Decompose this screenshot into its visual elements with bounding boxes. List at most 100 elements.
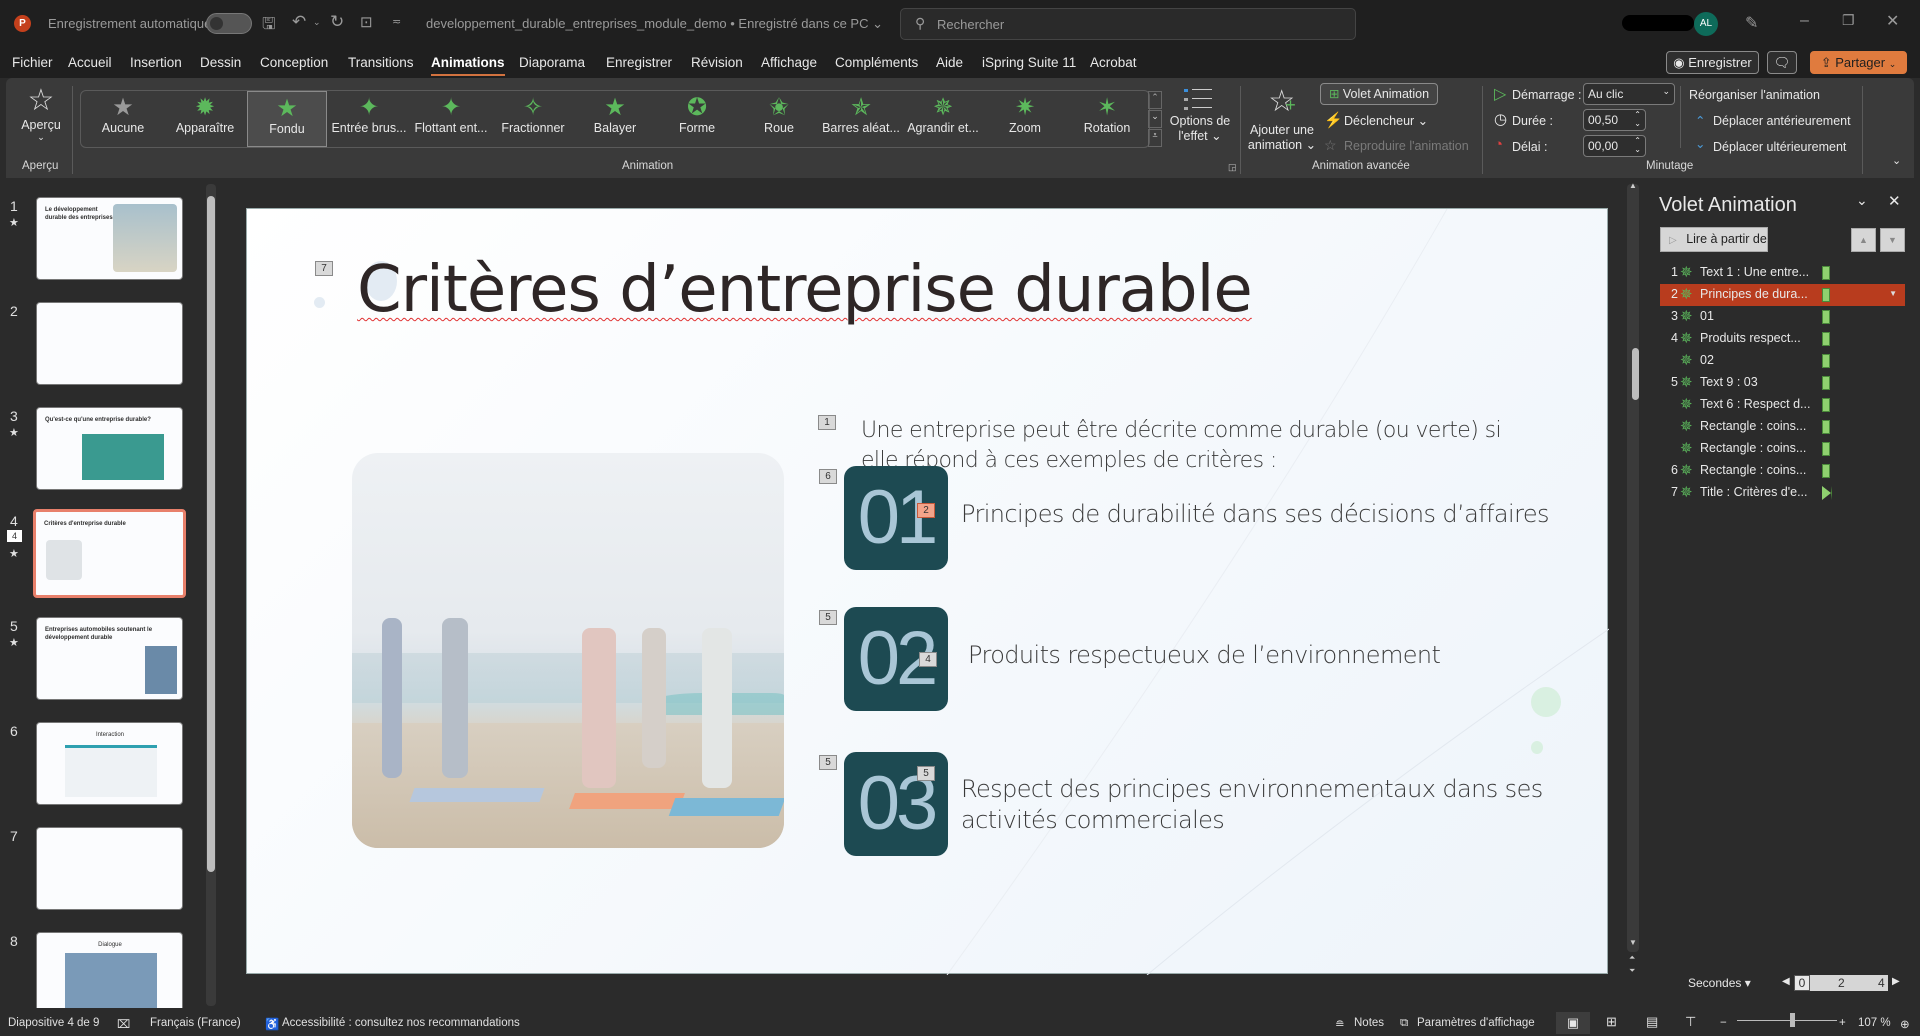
gallery-scroll-up[interactable]: ⌃ bbox=[1148, 91, 1162, 109]
menu-tab-dessin[interactable]: Dessin bbox=[200, 55, 241, 70]
animation-order-badge[interactable]: 5 bbox=[819, 610, 837, 625]
animation-effect-barres-al-at[interactable]: ✯ Barres aléat... bbox=[821, 91, 901, 147]
item-dropdown-icon[interactable]: ▼ bbox=[1889, 289, 1897, 298]
slide-thumbnail-8[interactable]: Dialogue bbox=[36, 932, 183, 1015]
animation-list-item[interactable]: 1 ✵ Text 1 : Une entre... bbox=[1660, 262, 1905, 284]
animation-list-item[interactable]: 6 ✵ Rectangle : coins... bbox=[1660, 460, 1905, 482]
animation-list-item[interactable]: 3 ✵ 01 bbox=[1660, 306, 1905, 328]
undo-dropdown-icon[interactable]: ⌄ bbox=[313, 17, 321, 28]
avatar[interactable]: AL bbox=[1694, 12, 1718, 36]
menu-tab-animations[interactable]: Animations bbox=[431, 55, 505, 76]
animation-list-item[interactable]: ✵ Text 6 : Respect d... bbox=[1660, 394, 1905, 416]
zoom-level[interactable]: 107 % bbox=[1858, 1017, 1891, 1029]
slide-title[interactable]: Critères d’entreprise durable bbox=[357, 253, 1253, 327]
designer-pen-icon[interactable]: ✎ bbox=[1745, 13, 1758, 33]
move-down-button[interactable]: ▼ bbox=[1880, 228, 1905, 252]
play-from-button[interactable]: ▷ Lire à partir de bbox=[1660, 227, 1768, 252]
timing-bar[interactable] bbox=[1822, 442, 1830, 456]
criterion-text[interactable]: Principes de durabilité dans ses décisio… bbox=[961, 499, 1581, 530]
menu-tab-acrobat[interactable]: Acrobat bbox=[1090, 55, 1137, 70]
animation-effect-aucune[interactable]: ★ Aucune bbox=[83, 91, 163, 147]
slide-scrollbar[interactable] bbox=[1627, 184, 1639, 952]
animation-effect-entr-e-brus[interactable]: ✦ Entrée brus... bbox=[329, 91, 409, 147]
animation-order-badge[interactable]: 1 bbox=[818, 415, 836, 430]
slide-thumbnail-3[interactable]: Qu'est-ce qu'une entreprise durable? bbox=[36, 407, 183, 490]
timeline-ruler[interactable]: 0 2 4 bbox=[1794, 975, 1888, 991]
animation-order-badge[interactable]: 5 bbox=[917, 766, 935, 781]
animation-order-badge[interactable]: 2 bbox=[917, 503, 935, 518]
timeline-right-icon[interactable]: ▶ bbox=[1892, 976, 1900, 987]
spinner-arrows-icon[interactable]: ⌃ ⌄ bbox=[1634, 110, 1641, 128]
move-earlier-button[interactable]: Déplacer antérieurement bbox=[1713, 114, 1851, 128]
notes-button[interactable]: Notes bbox=[1354, 1017, 1384, 1029]
menu-tab-accueil[interactable]: Accueil bbox=[68, 55, 112, 70]
scroll-up-arrow-icon[interactable]: ▲ bbox=[1629, 181, 1637, 190]
menu-tab-r-vision[interactable]: Révision bbox=[691, 55, 743, 70]
timing-bar[interactable] bbox=[1822, 486, 1832, 500]
animation-order-badge[interactable]: 7 bbox=[315, 261, 333, 276]
accessibility-status[interactable]: Accessibilité : consultez nos recommanda… bbox=[282, 1017, 520, 1029]
zoom-slider-handle[interactable] bbox=[1790, 1013, 1795, 1027]
animation-effect-forme[interactable]: ✪ Forme bbox=[657, 91, 737, 147]
intro-text[interactable]: Une entreprise peut être décrite comme d… bbox=[861, 416, 1521, 476]
reading-view-icon[interactable]: ▤ bbox=[1646, 1014, 1658, 1030]
timing-bar[interactable] bbox=[1822, 332, 1830, 346]
gallery-expand[interactable]: ⩡ bbox=[1148, 129, 1162, 147]
menu-tab-insertion[interactable]: Insertion bbox=[130, 55, 182, 70]
normal-view-button[interactable]: ▣ bbox=[1556, 1012, 1590, 1034]
timing-bar[interactable] bbox=[1822, 266, 1830, 280]
display-settings-button[interactable]: Paramètres d'affichage bbox=[1417, 1017, 1535, 1029]
effect-options-button[interactable]: Options de l'effet ⌄ bbox=[1168, 84, 1232, 154]
menu-tab-diaporama[interactable]: Diaporama bbox=[519, 55, 585, 70]
fit-to-window-icon[interactable]: ⊕ bbox=[1900, 1017, 1910, 1031]
criterion-text[interactable]: Produits respectueux de l’environnement bbox=[968, 640, 1588, 671]
menu-tab-conception[interactable]: Conception bbox=[260, 55, 328, 70]
slide-thumbnail-5[interactable]: Entreprises automobiles soutenant le dév… bbox=[36, 617, 183, 700]
animation-effect-fractionner[interactable]: ✧ Fractionner bbox=[493, 91, 573, 147]
timing-bar[interactable] bbox=[1822, 420, 1830, 434]
timing-bar[interactable] bbox=[1822, 354, 1830, 368]
menu-tab-aide[interactable]: Aide bbox=[936, 55, 963, 70]
slide-thumbnail-7[interactable] bbox=[36, 827, 183, 910]
language-status[interactable]: Français (France) bbox=[150, 1017, 241, 1029]
spinner-arrows-icon[interactable]: ⌃ ⌄ bbox=[1634, 136, 1641, 154]
seconds-dropdown[interactable]: Secondes ▾ bbox=[1688, 976, 1751, 990]
presenter-icon[interactable]: ⊡ bbox=[360, 13, 373, 31]
slide-scrollbar-thumb[interactable] bbox=[1632, 348, 1639, 400]
timing-bar[interactable] bbox=[1822, 310, 1830, 324]
animation-effect-flottant-ent[interactable]: ✦ Flottant ent... bbox=[411, 91, 491, 147]
animation-order-badge[interactable]: 5 bbox=[819, 755, 837, 770]
animation-order-badge[interactable]: 4 bbox=[919, 652, 937, 667]
animation-effect-zoom[interactable]: ✷ Zoom bbox=[985, 91, 1065, 147]
timing-bar[interactable] bbox=[1822, 376, 1830, 390]
dialog-launcher-icon[interactable]: ◲ bbox=[1228, 162, 1237, 173]
animation-list-item[interactable]: 5 ✵ Text 9 : 03 bbox=[1660, 372, 1905, 394]
slide-canvas[interactable]: 7 Critères d’entreprise durable 1 Une en… bbox=[246, 208, 1609, 975]
animation-list-item[interactable]: 7 ✵ Title : Critères d'e... bbox=[1660, 482, 1905, 504]
preview-button[interactable]: ☆ Aperçu ⌄ bbox=[14, 84, 68, 150]
delay-spinner[interactable]: 00,00 ⌃ ⌄ bbox=[1583, 135, 1646, 157]
animation-order-badge[interactable]: 6 bbox=[819, 469, 837, 484]
animation-effect-rotation[interactable]: ✶ Rotation bbox=[1067, 91, 1147, 147]
menu-tab-fichier[interactable]: Fichier bbox=[12, 55, 53, 70]
slide-thumbnail-6[interactable]: Interaction bbox=[36, 722, 183, 805]
animation-effect-agrandir-et[interactable]: ✵ Agrandir et... bbox=[903, 91, 983, 147]
slide-sorter-view-icon[interactable]: ⊞ bbox=[1606, 1014, 1617, 1030]
record-button[interactable]: ◉ Enregistrer bbox=[1666, 51, 1759, 74]
collapse-ribbon-icon[interactable]: ⌄ bbox=[1892, 154, 1901, 167]
undo-icon[interactable]: ↶ bbox=[292, 12, 306, 32]
timing-bar[interactable] bbox=[1822, 398, 1830, 412]
next-slide-icon[interactable]: ⏷ bbox=[1629, 966, 1635, 976]
slide-thumbnail-2[interactable] bbox=[36, 302, 183, 385]
animation-list-item[interactable]: 2 ✵ Principes de dura... ▼ bbox=[1660, 284, 1905, 306]
minimize-icon[interactable]: – bbox=[1800, 12, 1809, 30]
animation-list-item[interactable]: ✵ Rectangle : coins... bbox=[1660, 438, 1905, 460]
customize-toolbar-icon[interactable]: ≂ bbox=[392, 15, 401, 28]
zoom-slider-track[interactable] bbox=[1737, 1020, 1837, 1021]
save-icon[interactable]: 🖫 bbox=[262, 13, 276, 40]
criterion-text[interactable]: Respect des principes environnementaux d… bbox=[961, 774, 1581, 836]
zoom-out-icon[interactable]: − bbox=[1720, 1017, 1727, 1029]
animation-pane-button[interactable]: ⊞ Volet Animation bbox=[1320, 83, 1438, 105]
restore-icon[interactable]: ❐ bbox=[1842, 12, 1855, 29]
share-button[interactable]: ⇪ Partager ⌄ bbox=[1810, 51, 1907, 74]
